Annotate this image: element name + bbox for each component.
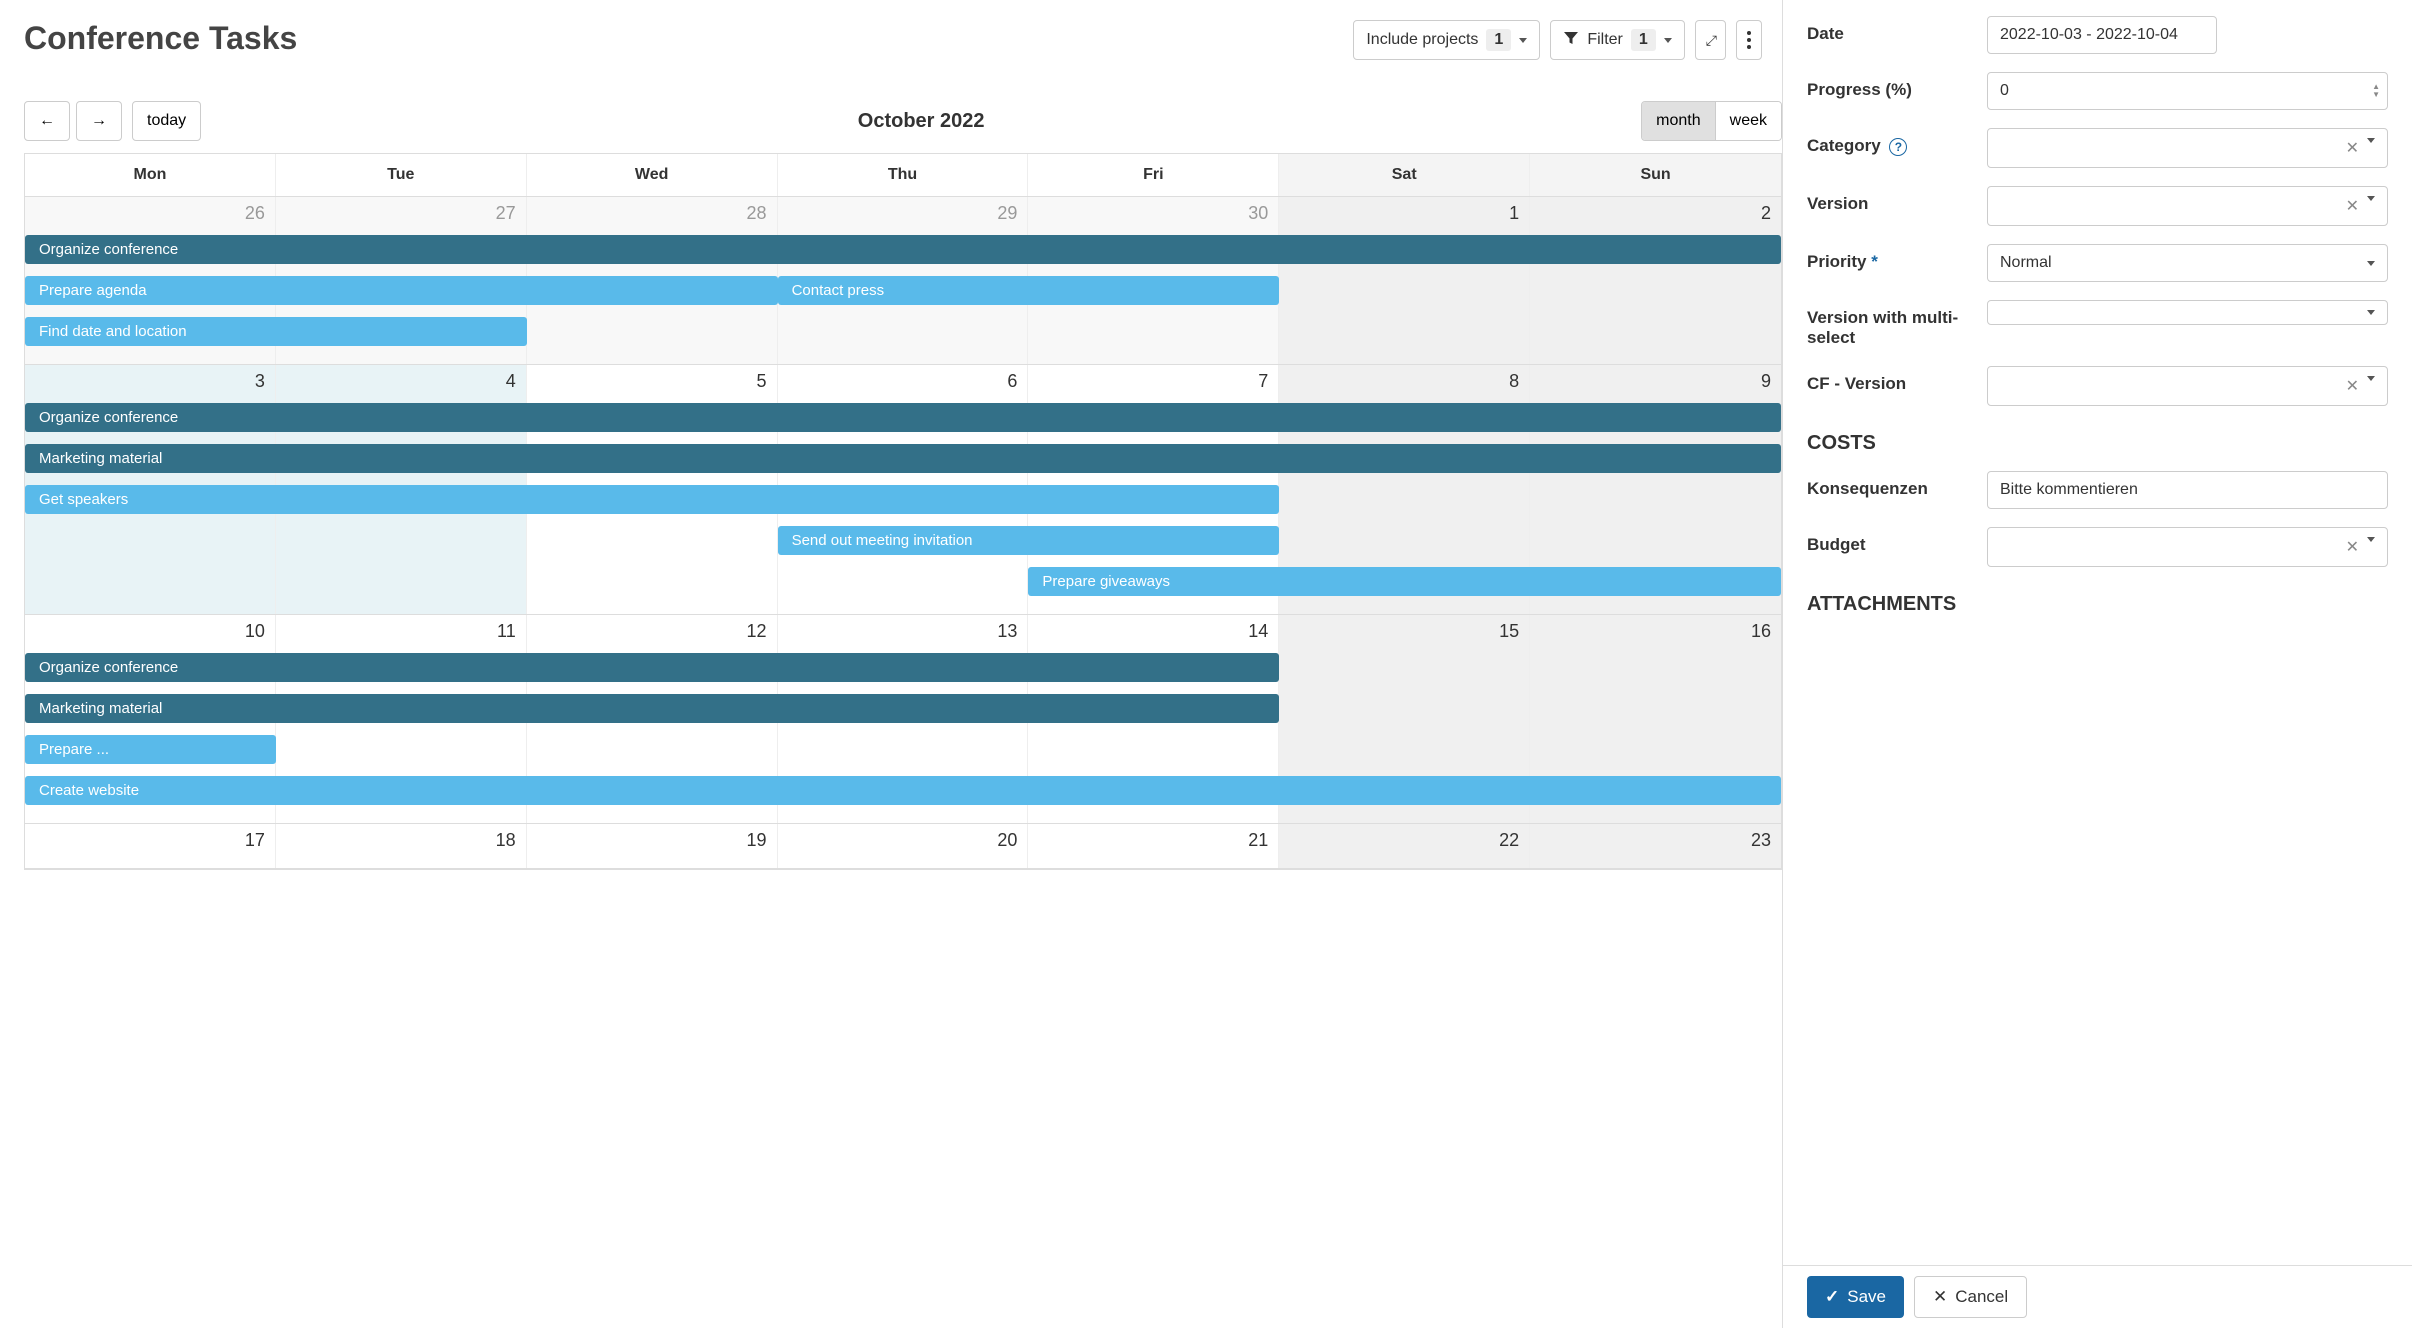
calendar-event[interactable]: Marketing material [25, 694, 1279, 723]
filter-dropdown[interactable]: Filter 1 [1550, 20, 1684, 60]
chevron-down-icon [2367, 261, 2375, 266]
chevron-down-icon [2367, 310, 2375, 315]
more-menu-button[interactable] [1736, 20, 1762, 60]
day-header: Thu [778, 154, 1029, 196]
budget-label: Budget [1807, 527, 1987, 555]
category-label: Category ? [1807, 128, 1987, 156]
view-month-button[interactable]: month [1642, 102, 1714, 140]
clear-icon[interactable] [2346, 196, 2359, 216]
version-multi-select[interactable] [1987, 300, 2388, 325]
calendar-event[interactable]: Contact press [778, 276, 1280, 305]
progress-field[interactable] [1987, 72, 2388, 110]
day-header: Sun [1530, 154, 1781, 196]
view-week-button[interactable]: week [1715, 102, 1781, 140]
expand-icon: ⤢ [1706, 32, 1715, 49]
date-label: Date [1807, 16, 1987, 44]
calendar-event[interactable]: Organize conference [25, 235, 1781, 264]
progress-label: Progress (%) [1807, 72, 1987, 100]
help-icon[interactable]: ? [1889, 138, 1907, 156]
day-header: Sat [1279, 154, 1530, 196]
day-header: Fri [1028, 154, 1279, 196]
chevron-down-icon [2367, 376, 2375, 381]
include-projects-count: 1 [1486, 29, 1511, 51]
stepper-icon[interactable]: ▲▼ [2372, 83, 2380, 99]
calendar-event[interactable]: Prepare agenda [25, 276, 778, 305]
priority-label: Priority * [1807, 244, 1987, 272]
konsequenzen-label: Konsequenzen [1807, 471, 1987, 499]
chevron-down-icon [1664, 38, 1672, 43]
details-panel: Date Progress (%) ▲▼ Category ? [1782, 0, 2412, 1328]
date-field[interactable] [1987, 16, 2217, 54]
chevron-down-icon [1519, 38, 1527, 43]
chevron-down-icon [2367, 196, 2375, 201]
category-select[interactable] [1987, 128, 2388, 168]
prev-button[interactable] [24, 101, 70, 141]
next-button[interactable] [76, 101, 122, 141]
calendar-event[interactable]: Send out meeting invitation [778, 526, 1280, 555]
calendar-event[interactable]: Prepare giveaways [1028, 567, 1781, 596]
include-projects-label: Include projects [1366, 31, 1478, 49]
chevron-down-icon [2367, 138, 2375, 143]
day-header: Wed [527, 154, 778, 196]
include-projects-dropdown[interactable]: Include projects 1 [1353, 20, 1540, 60]
filter-label: Filter [1587, 31, 1623, 49]
save-button[interactable]: Save [1807, 1276, 1904, 1318]
check-icon [1825, 1287, 1839, 1307]
day-header: Tue [276, 154, 527, 196]
calendar-event[interactable]: Create website [25, 776, 1781, 805]
budget-select[interactable] [1987, 527, 2388, 567]
day-header: Mon [25, 154, 276, 196]
close-icon [1933, 1287, 1947, 1307]
attachments-section-title: ATTACHMENTS [1807, 593, 2388, 616]
costs-section-title: COSTS [1807, 432, 2388, 455]
calendar-event[interactable]: Prepare ... [25, 735, 276, 764]
clear-icon[interactable] [2346, 376, 2359, 396]
calendar-grid: MonTueWedThuFriSatSun 262728293012Organi… [24, 153, 1782, 870]
arrow-left-icon [39, 112, 55, 129]
version-select[interactable] [1987, 186, 2388, 226]
today-button[interactable]: today [132, 101, 201, 141]
calendar-event[interactable]: Find date and location [25, 317, 527, 346]
version-multi-label: Version with multi-select [1807, 300, 1987, 348]
page-title: Conference Tasks [24, 20, 297, 57]
cf-version-label: CF - Version [1807, 366, 1987, 394]
version-label: Version [1807, 186, 1987, 214]
calendar-event[interactable]: Marketing material [25, 444, 1781, 473]
konsequenzen-field[interactable] [1987, 471, 2388, 509]
calendar-title: October 2022 [201, 110, 1641, 133]
cancel-button[interactable]: Cancel [1914, 1276, 2027, 1318]
calendar-event[interactable]: Get speakers [25, 485, 1279, 514]
clear-icon[interactable] [2346, 537, 2359, 557]
more-icon [1747, 31, 1751, 49]
calendar-event[interactable]: Organize conference [25, 403, 1781, 432]
fullscreen-button[interactable]: ⤢ [1695, 20, 1726, 60]
calendar-event[interactable]: Organize conference [25, 653, 1279, 682]
arrow-right-icon [91, 112, 107, 129]
clear-icon[interactable] [2346, 138, 2359, 158]
filter-count: 1 [1631, 29, 1656, 51]
filter-icon [1563, 30, 1579, 51]
cf-version-select[interactable] [1987, 366, 2388, 406]
chevron-down-icon [2367, 537, 2375, 542]
priority-select[interactable]: Normal [1987, 244, 2388, 282]
